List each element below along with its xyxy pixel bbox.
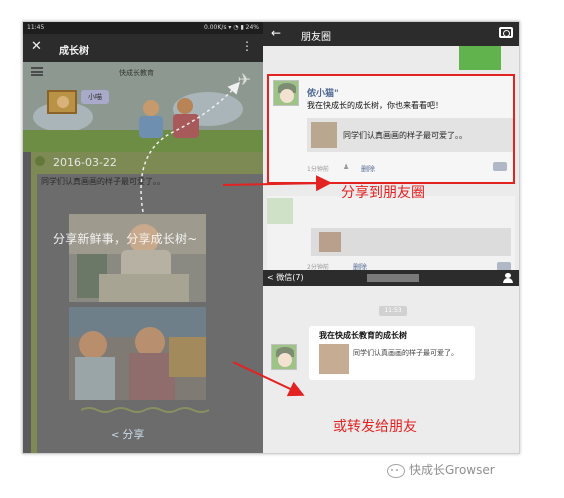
- annotation-arrows: [140, 81, 332, 397]
- wechat-icon: [387, 463, 405, 478]
- screenshot-frame: 11:45 0.00K/s ▾ ◔ ▮ 24% ✕ 成长树 ⋮ 快成长教育 小喵…: [22, 21, 520, 454]
- dashed-arrow-to-plane: [140, 81, 240, 213]
- arrow-to-forward: [232, 361, 305, 397]
- arrow-to-moments: [222, 175, 332, 192]
- watermark: 快成长Growser: [387, 461, 495, 478]
- watermark-text: 快成长Growser: [409, 463, 495, 477]
